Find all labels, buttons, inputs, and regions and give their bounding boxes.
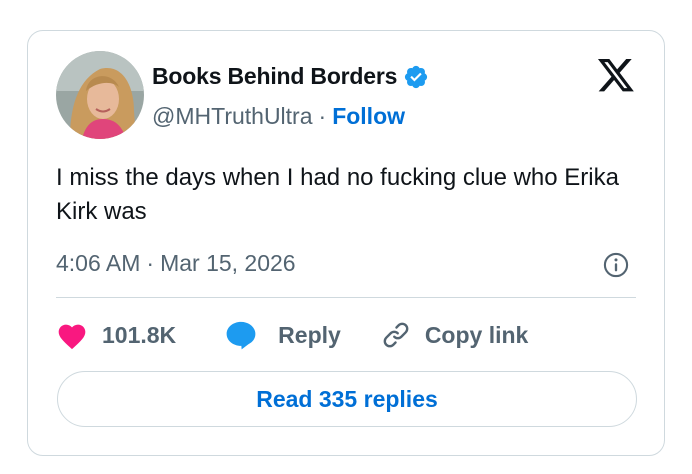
- tweet-time: 4:06 AM: [56, 250, 141, 276]
- date-separator: ·: [146, 250, 155, 276]
- tweet-card: Books Behind Borders @MHTruthUltra · Fol…: [27, 30, 665, 456]
- follow-button[interactable]: Follow: [332, 103, 405, 130]
- action-bar: 101.8K Reply Copy link: [56, 317, 528, 353]
- read-replies-button[interactable]: Read 335 replies: [57, 371, 637, 427]
- avatar[interactable]: [56, 51, 144, 139]
- divider: [56, 297, 636, 298]
- reply-bubble-icon: [226, 321, 256, 350]
- copy-link-button[interactable]: Copy link: [381, 320, 529, 350]
- verified-badge-icon: [403, 64, 429, 90]
- author-display-name[interactable]: Books Behind Borders: [152, 63, 397, 90]
- author-handle-row: @MHTruthUltra · Follow: [152, 103, 405, 130]
- tweet-date: Mar 15, 2026: [160, 250, 296, 276]
- handle-separator: ·: [318, 103, 327, 129]
- tweet-text: I miss the days when I had no fucking cl…: [56, 164, 619, 225]
- like-count: 101.8K: [102, 321, 177, 348]
- author-name-row: Books Behind Borders: [152, 63, 429, 90]
- info-icon[interactable]: [602, 251, 630, 279]
- copy-link-label: Copy link: [424, 321, 529, 348]
- tweet-timestamp[interactable]: 4:06 AM · Mar 15, 2026: [56, 250, 296, 277]
- like-button[interactable]: 101.8K: [56, 320, 176, 350]
- link-icon: [383, 322, 409, 348]
- x-logo-icon[interactable]: [596, 59, 636, 95]
- reply-label: Reply: [278, 321, 341, 348]
- author-handle[interactable]: @MHTruthUltra: [152, 103, 313, 130]
- avatar-image: [56, 51, 144, 139]
- reply-button[interactable]: Reply: [224, 320, 341, 350]
- heart-icon: [58, 324, 86, 350]
